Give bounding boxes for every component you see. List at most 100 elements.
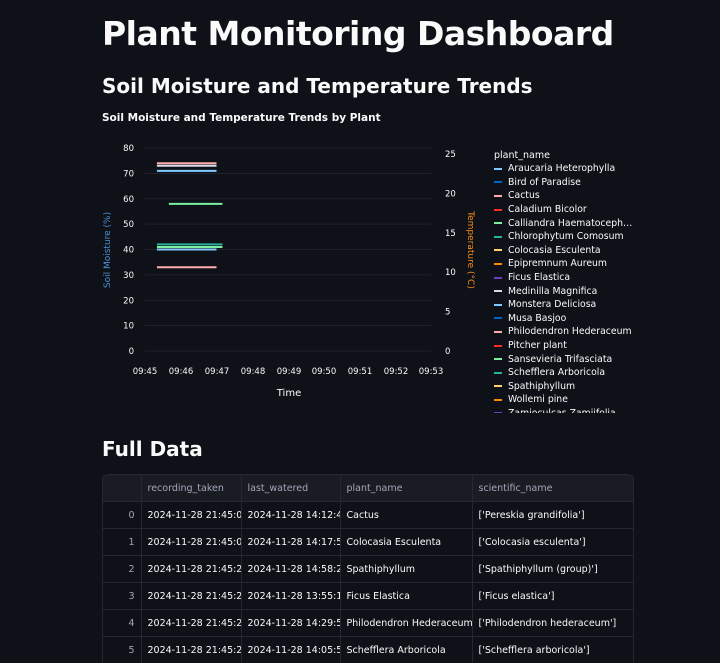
table-cell: Schefflera Arboricola xyxy=(340,636,473,663)
x-tick-label: 09:51 xyxy=(348,367,373,377)
table-cell: 2024-11-28 14:12:43 xyxy=(241,501,341,529)
legend-label: Monstera Deliciosa xyxy=(508,299,597,311)
table-row[interactable]: 5 2024-11-28 21:45:26 2024-11-28 14:05:58 S… xyxy=(103,636,633,663)
legend-label: Cactus xyxy=(508,190,540,202)
legend-item[interactable]: Epipremnum Aureum xyxy=(494,257,664,271)
table-cell: 2024-11-28 14:29:54 xyxy=(241,609,341,637)
legend-swatch-icon xyxy=(494,167,502,170)
legend-swatch-icon xyxy=(494,330,502,333)
x-tick-label: 09:48 xyxy=(241,367,266,377)
legend-item[interactable]: Zamioculcas Zamiifolia xyxy=(494,407,664,413)
legend-item[interactable]: Colocasia Esculenta xyxy=(494,244,664,258)
legend-label: Epipremnum Aureum xyxy=(508,258,607,270)
y-right-axis-title: Temperature (°C) xyxy=(465,210,475,289)
x-tick-label: 09:45 xyxy=(133,367,158,377)
x-tick-label: 09:52 xyxy=(384,367,409,377)
legend-item[interactable]: Sansevieria Trifasciata xyxy=(494,352,664,366)
data-section-title: Full Data xyxy=(102,437,203,461)
legend-label: Pitcher plant xyxy=(508,340,567,352)
table-header-row: recording_taken last_watered plant_name … xyxy=(103,475,633,502)
legend-swatch-icon xyxy=(494,385,502,388)
legend-swatch-icon xyxy=(494,222,502,225)
legend-label: Musa Basjoo xyxy=(508,312,567,324)
legend-item[interactable]: Musa Basjoo xyxy=(494,312,664,326)
y-right-tick-label: 0 xyxy=(445,347,450,357)
table-row[interactable]: 3 2024-11-28 21:45:25 2024-11-28 13:55:19 F… xyxy=(103,582,633,610)
column-header-plant-name[interactable]: plant_name xyxy=(340,475,473,502)
legend-item[interactable]: Caladium Bicolor xyxy=(494,203,664,217)
row-index-cell: 1 xyxy=(103,528,142,556)
table-cell: 2024-11-28 14:05:58 xyxy=(241,636,341,663)
legend-swatch-icon xyxy=(494,398,502,401)
y-left-tick-label: 70 xyxy=(123,169,134,179)
legend-label: Ficus Elastica xyxy=(508,272,571,284)
column-header-scientific-name[interactable]: scientific_name xyxy=(472,475,633,502)
column-header-index[interactable] xyxy=(103,475,142,502)
y-left-tick-label: 60 xyxy=(123,195,134,205)
row-index-cell: 5 xyxy=(103,636,142,663)
table-cell: 2024-11-28 21:45:07 xyxy=(141,528,242,556)
legend-item[interactable]: Schefflera Arboricola xyxy=(494,366,664,380)
x-tick-label: 09:50 xyxy=(312,367,337,377)
table-cell: 2024-11-28 21:45:00 xyxy=(141,501,242,529)
legend-item[interactable]: Bird of Paradise xyxy=(494,176,664,190)
y-left-tick-label: 50 xyxy=(123,220,134,230)
legend-label: Medinilla Magnifica xyxy=(508,285,598,297)
legend-label: Bird of Paradise xyxy=(508,176,581,188)
legend-swatch-icon xyxy=(494,317,502,320)
y-left-tick-label: 30 xyxy=(123,271,134,281)
legend-item[interactable]: Calliandra Haematoceph… xyxy=(494,216,664,230)
legend-swatch-icon xyxy=(494,181,502,184)
x-axis-title: Time xyxy=(276,388,301,399)
table-cell: ['Schefflera arboricola'] xyxy=(472,636,633,663)
legend-label: Philodendron Hederaceum xyxy=(508,326,632,338)
legend-swatch-icon xyxy=(494,412,502,413)
legend-swatch-icon xyxy=(494,303,502,306)
legend-item[interactable]: Pitcher plant xyxy=(494,339,664,353)
table-cell: Philodendron Hederaceum xyxy=(340,609,473,637)
x-tick-label: 09:53 xyxy=(419,367,444,377)
legend-item[interactable]: Ficus Elastica xyxy=(494,271,664,285)
y-left-axis-title: Soil Moisture (%) xyxy=(103,212,113,288)
legend-label: Schefflera Arboricola xyxy=(508,367,606,379)
legend-item[interactable]: Medinilla Magnifica xyxy=(494,284,664,298)
column-header-last-watered[interactable]: last_watered xyxy=(241,475,341,502)
legend-label: Chlorophytum Comosum xyxy=(508,231,624,243)
y-left-tick-label: 40 xyxy=(123,246,134,256)
legend-item[interactable]: Spathiphyllum xyxy=(494,380,664,394)
table-cell: Spathiphyllum xyxy=(340,555,473,583)
table-cell: 2024-11-28 14:17:54 xyxy=(241,528,341,556)
legend-item[interactable]: Wollemi pine xyxy=(494,393,664,407)
legend-item[interactable]: Araucaria Heterophylla xyxy=(494,162,664,176)
table-row[interactable]: 0 2024-11-28 21:45:00 2024-11-28 14:12:43 C… xyxy=(103,501,633,529)
chart-legend[interactable]: Araucaria Heterophylla Bird of Paradise Ca… xyxy=(494,162,664,413)
table-cell: ['Pereskia grandifolia'] xyxy=(472,501,633,529)
data-table[interactable]: recording_taken last_watered plant_name … xyxy=(102,474,634,663)
legend-swatch-icon xyxy=(494,344,502,347)
y-right-tick-label: 20 xyxy=(445,189,456,199)
table-cell: Colocasia Esculenta xyxy=(340,528,473,556)
legend-item[interactable]: Chlorophytum Comosum xyxy=(494,230,664,244)
table-row[interactable]: 1 2024-11-28 21:45:07 2024-11-28 14:17:54 C… xyxy=(103,528,633,556)
table-cell: ['Colocasia esculenta'] xyxy=(472,528,633,556)
table-row[interactable]: 2 2024-11-28 21:45:22 2024-11-28 14:58:20 S… xyxy=(103,555,633,583)
table-cell: Cactus xyxy=(340,501,473,529)
table-cell: 2024-11-28 21:45:25 xyxy=(141,582,242,610)
legend-swatch-icon xyxy=(494,262,502,265)
legend-item[interactable]: Cactus xyxy=(494,189,664,203)
legend-swatch-icon xyxy=(494,290,502,293)
legend-item[interactable]: Philodendron Hederaceum xyxy=(494,325,664,339)
table-cell: 2024-11-28 14:58:20 xyxy=(241,555,341,583)
legend-swatch-icon xyxy=(494,276,502,279)
column-header-recording-taken[interactable]: recording_taken xyxy=(141,475,242,502)
y-left-tick-label: 20 xyxy=(123,296,134,306)
table-cell: 2024-11-28 21:45:26 xyxy=(141,636,242,663)
table-cell: ['Ficus elastica'] xyxy=(472,582,633,610)
legend-label: Zamioculcas Zamiifolia xyxy=(508,408,616,413)
legend-label: Calliandra Haematoceph… xyxy=(508,217,633,229)
table-cell: 2024-11-28 21:45:26 xyxy=(141,609,242,637)
legend-title: plant_name xyxy=(494,150,550,161)
legend-item[interactable]: Monstera Deliciosa xyxy=(494,298,664,312)
table-row[interactable]: 4 2024-11-28 21:45:26 2024-11-28 14:29:54 P… xyxy=(103,609,633,637)
legend-swatch-icon xyxy=(494,358,502,361)
